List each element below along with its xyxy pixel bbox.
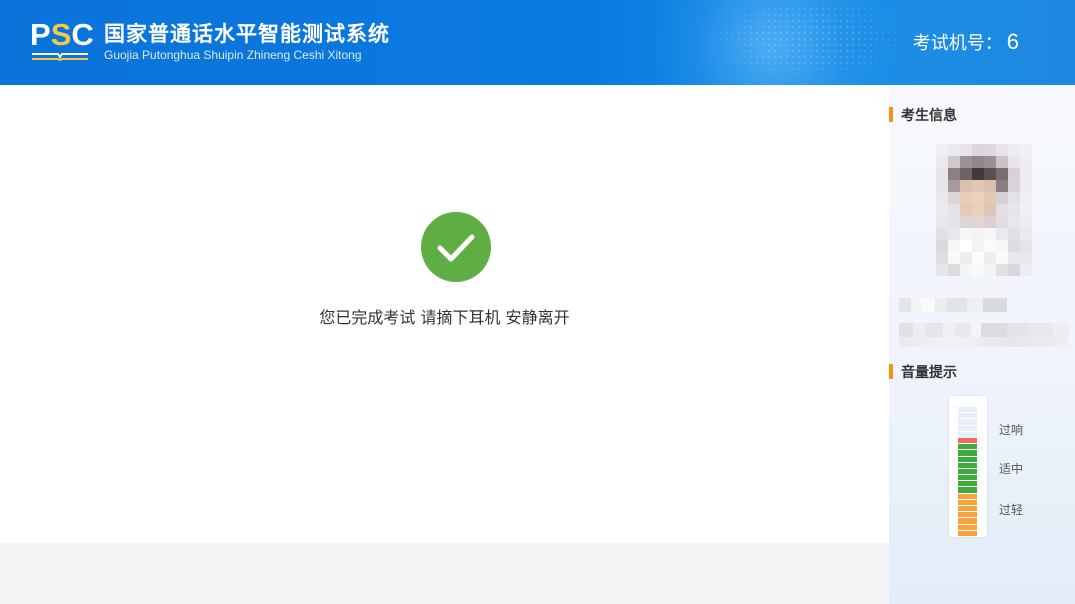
app-header: PSC 国家普通话水平智能测试系统 Guojia Putonghua Shuip… bbox=[0, 0, 1075, 85]
volume-meter-segment bbox=[958, 413, 977, 419]
candidate-id-blurred bbox=[899, 323, 1069, 337]
volume-meter-segment bbox=[958, 407, 977, 413]
completion-message: 您已完成考试 请摘下耳机 安静离开 bbox=[319, 308, 570, 327]
psc-logo: PSC bbox=[30, 18, 94, 62]
volume-label-loud: 过响 bbox=[999, 423, 1024, 437]
volume-meter-segment bbox=[958, 493, 977, 499]
machine-number: 考试机号： 6 bbox=[913, 29, 1019, 55]
volume-meter-segment bbox=[958, 462, 977, 468]
volume-meter-bars bbox=[958, 407, 977, 536]
volume-meter-segment bbox=[958, 437, 977, 444]
volume-title: 音量提示 bbox=[889, 362, 957, 382]
machine-label: 考试机号： bbox=[912, 33, 1003, 54]
logo-text: PSC bbox=[30, 17, 94, 52]
candidate-info-title: 考生信息 bbox=[889, 105, 957, 125]
volume-meter-segment bbox=[958, 530, 977, 536]
volume-meter-segment bbox=[958, 431, 977, 437]
app-title: 国家普通话水平智能测试系统 bbox=[104, 22, 390, 46]
volume-meter-segment bbox=[958, 481, 977, 487]
book-icon bbox=[32, 53, 88, 61]
sidebar: 考生信息 音量提示 过响 适中 过轻 bbox=[889, 85, 1075, 604]
volume-meter bbox=[949, 396, 987, 537]
volume-meter-segment bbox=[958, 450, 977, 456]
volume-meter-segment bbox=[958, 518, 977, 524]
candidate-name-blurred bbox=[899, 298, 1007, 312]
candidate-photo bbox=[936, 144, 1032, 276]
main-panel: 您已完成考试 请摘下耳机 安静离开 bbox=[0, 85, 889, 543]
machine-number-value: 6 bbox=[1006, 29, 1019, 54]
check-circle-icon bbox=[421, 212, 491, 282]
volume-meter-segment bbox=[958, 506, 977, 512]
volume-meter-segment bbox=[958, 487, 977, 493]
volume-meter-segment bbox=[958, 444, 977, 450]
volume-meter-segment bbox=[958, 524, 977, 530]
volume-label-quiet: 过轻 bbox=[999, 503, 1024, 517]
volume-meter-segment bbox=[958, 499, 977, 505]
bottom-strip bbox=[0, 543, 889, 604]
volume-label-ok: 适中 bbox=[999, 462, 1024, 476]
volume-meter-segment bbox=[958, 419, 977, 425]
volume-meter-segment bbox=[958, 475, 977, 481]
volume-meter-segment bbox=[958, 425, 977, 431]
volume-meter-segment bbox=[958, 512, 977, 518]
candidate-id-blurred-2 bbox=[899, 337, 1069, 347]
app-subtitle: Guojia Putonghua Shuipin Zhineng Ceshi X… bbox=[104, 48, 362, 62]
volume-meter-segment bbox=[958, 456, 977, 462]
header-map-pattern bbox=[700, 0, 900, 85]
volume-meter-segment bbox=[958, 468, 977, 475]
